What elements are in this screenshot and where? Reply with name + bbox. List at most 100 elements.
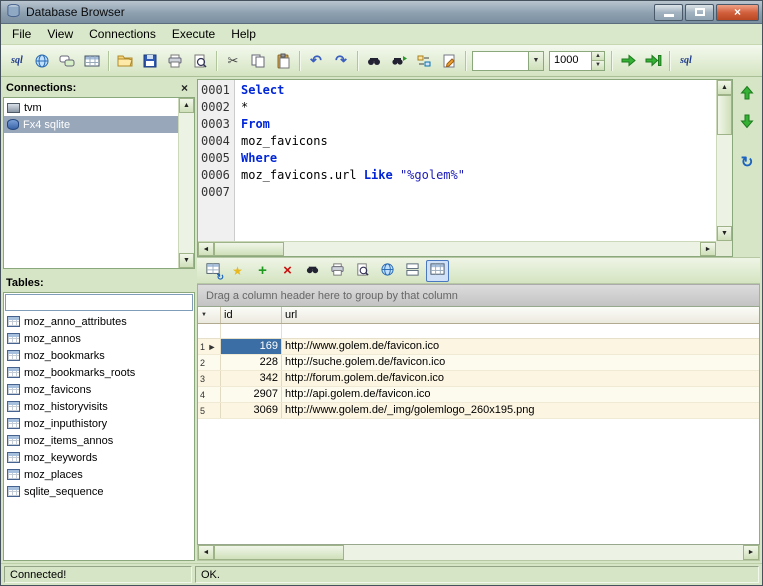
table-item[interactable]: moz_inputhistory [4,415,194,432]
spin-down-icon[interactable]: ▼ [592,60,604,70]
refresh-data-button[interactable]: ↻ [201,260,224,282]
editor-line[interactable]: 0002* [198,99,716,116]
table-item[interactable]: moz_bookmarks [4,347,194,364]
grid-row[interactable]: 53069http://www.golem.de/_img/golemlogo_… [198,403,759,419]
column-header-id[interactable]: id [221,307,282,323]
editor-hscrollbar[interactable]: ◄ ► [198,241,716,256]
print-preview-grid-button[interactable] [351,260,374,282]
cell-url[interactable]: http://www.golem.de/_img/golemlogo_260x1… [282,403,759,418]
scroll-thumb[interactable] [214,545,344,560]
table-item[interactable]: moz_favicons [4,381,194,398]
grid-view-button[interactable] [426,260,449,282]
scroll-up-icon[interactable]: ▲ [179,98,194,113]
database-combo[interactable]: ▼ [472,51,544,71]
cell-url[interactable]: http://api.golem.de/favicon.ico [282,387,759,402]
titlebar[interactable]: Database Browser × [1,1,762,24]
sql-log-button[interactable]: sql [674,49,698,73]
editor-lines[interactable]: 0001Select0002*0003From0004moz_favicons0… [198,82,716,201]
scroll-thumb[interactable] [214,242,284,256]
menu-view[interactable]: View [39,25,81,44]
grid-hscrollbar[interactable]: ◄ ► [197,545,760,561]
cut-button[interactable]: ✂ [221,49,245,73]
table-item[interactable]: sqlite_sequence [4,483,194,500]
table-item[interactable]: moz_places [4,466,194,483]
find-button[interactable] [362,49,386,73]
editor-line[interactable]: 0001Select [198,82,716,99]
paste-button[interactable] [271,49,295,73]
editor-line[interactable]: 0006moz_favicons.url Like "%golem%" [198,167,716,184]
cell-url[interactable]: http://forum.golem.de/favicon.ico [282,371,759,386]
export-web-button[interactable] [376,260,399,282]
menu-connections[interactable]: Connections [81,25,164,44]
minimize-button[interactable] [654,4,683,21]
scroll-right-icon[interactable]: ► [743,545,759,560]
find-in-grid-button[interactable] [301,260,324,282]
copy-button[interactable] [246,49,270,73]
undo-button[interactable]: ↶ [304,49,328,73]
star-button[interactable]: ★ [226,260,249,282]
menu-file[interactable]: File [4,25,39,44]
move-up-button[interactable] [735,82,759,106]
execute-button[interactable] [616,49,640,73]
records-limit-stepper[interactable]: 1000 ▲ ▼ [549,51,605,71]
close-panel-icon[interactable]: × [177,81,192,95]
grid-row[interactable]: 2228http://suche.golem.de/favicon.ico [198,355,759,371]
cell-id[interactable]: 228 [221,355,282,370]
grid-row[interactable]: 3342http://forum.golem.de/favicon.ico [198,371,759,387]
find-next-button[interactable] [387,49,411,73]
editor-vscrollbar[interactable]: ▲ ▼ [716,80,732,241]
tables-filter-input[interactable] [5,294,193,311]
cell-id[interactable]: 342 [221,371,282,386]
close-button[interactable]: × [716,4,759,21]
redo-button[interactable]: ↷ [329,49,353,73]
table-item[interactable]: moz_keywords [4,449,194,466]
grid-row[interactable]: 1 ►169http://www.golem.de/favicon.ico [198,339,759,355]
scroll-track[interactable] [179,113,194,253]
scroll-down-icon[interactable]: ▼ [717,226,732,241]
web-browser-button[interactable] [30,49,54,73]
scroll-left-icon[interactable]: ◄ [198,242,214,256]
move-down-button[interactable] [735,110,759,134]
cell-id[interactable]: 3069 [221,403,282,418]
menu-execute[interactable]: Execute [164,25,223,44]
comments-button[interactable] [55,49,79,73]
save-button[interactable] [138,49,162,73]
delete-row-button[interactable]: × [276,260,299,282]
group-by-panel[interactable]: Drag a column header here to group by th… [197,284,760,306]
spin-up-icon[interactable]: ▲ [592,52,604,61]
table-item[interactable]: moz_bookmarks_roots [4,364,194,381]
maximize-button[interactable] [685,4,714,21]
edit-note-button[interactable] [437,49,461,73]
scroll-left-icon[interactable]: ◄ [198,545,214,560]
cell-url[interactable]: http://www.golem.de/favicon.ico [282,339,759,354]
table-item[interactable]: moz_items_annos [4,432,194,449]
editor-line[interactable]: 0004moz_favicons [198,133,716,150]
sql-window-button[interactable]: sql [5,49,29,73]
grid-filter-row[interactable] [198,324,759,339]
editor-line[interactable]: 0003From [198,116,716,133]
replace-button[interactable] [412,49,436,73]
grid-row[interactable]: 42907http://api.golem.de/favicon.ico [198,387,759,403]
scroll-right-icon[interactable]: ► [700,242,716,256]
sql-editor[interactable]: 0001Select0002*0003From0004moz_favicons0… [197,79,733,257]
connection-item[interactable]: tvm [4,99,178,116]
table-item[interactable]: moz_annos [4,330,194,347]
table-item[interactable]: moz_anno_attributes [4,313,194,330]
connections-scrollbar[interactable]: ▲ ▼ [178,98,194,268]
print-preview-button[interactable] [188,49,212,73]
scroll-up-icon[interactable]: ▲ [717,80,732,95]
execute-script-button[interactable] [641,49,665,73]
chevron-down-icon[interactable]: ▼ [528,52,543,70]
refresh-button[interactable]: ↻ [735,150,759,174]
card-view-button[interactable] [401,260,424,282]
editor-line[interactable]: 0005Where [198,150,716,167]
table-item[interactable]: moz_historyvisits [4,398,194,415]
open-button[interactable] [113,49,137,73]
grid-corner-cell[interactable]: ▼ [198,307,221,323]
column-header-url[interactable]: url [282,307,759,323]
editor-line[interactable]: 0007 [198,184,716,201]
print-grid-button[interactable] [326,260,349,282]
print-button[interactable] [163,49,187,73]
menu-help[interactable]: Help [223,25,264,44]
connection-item[interactable]: Fx4 sqlite [4,116,178,133]
